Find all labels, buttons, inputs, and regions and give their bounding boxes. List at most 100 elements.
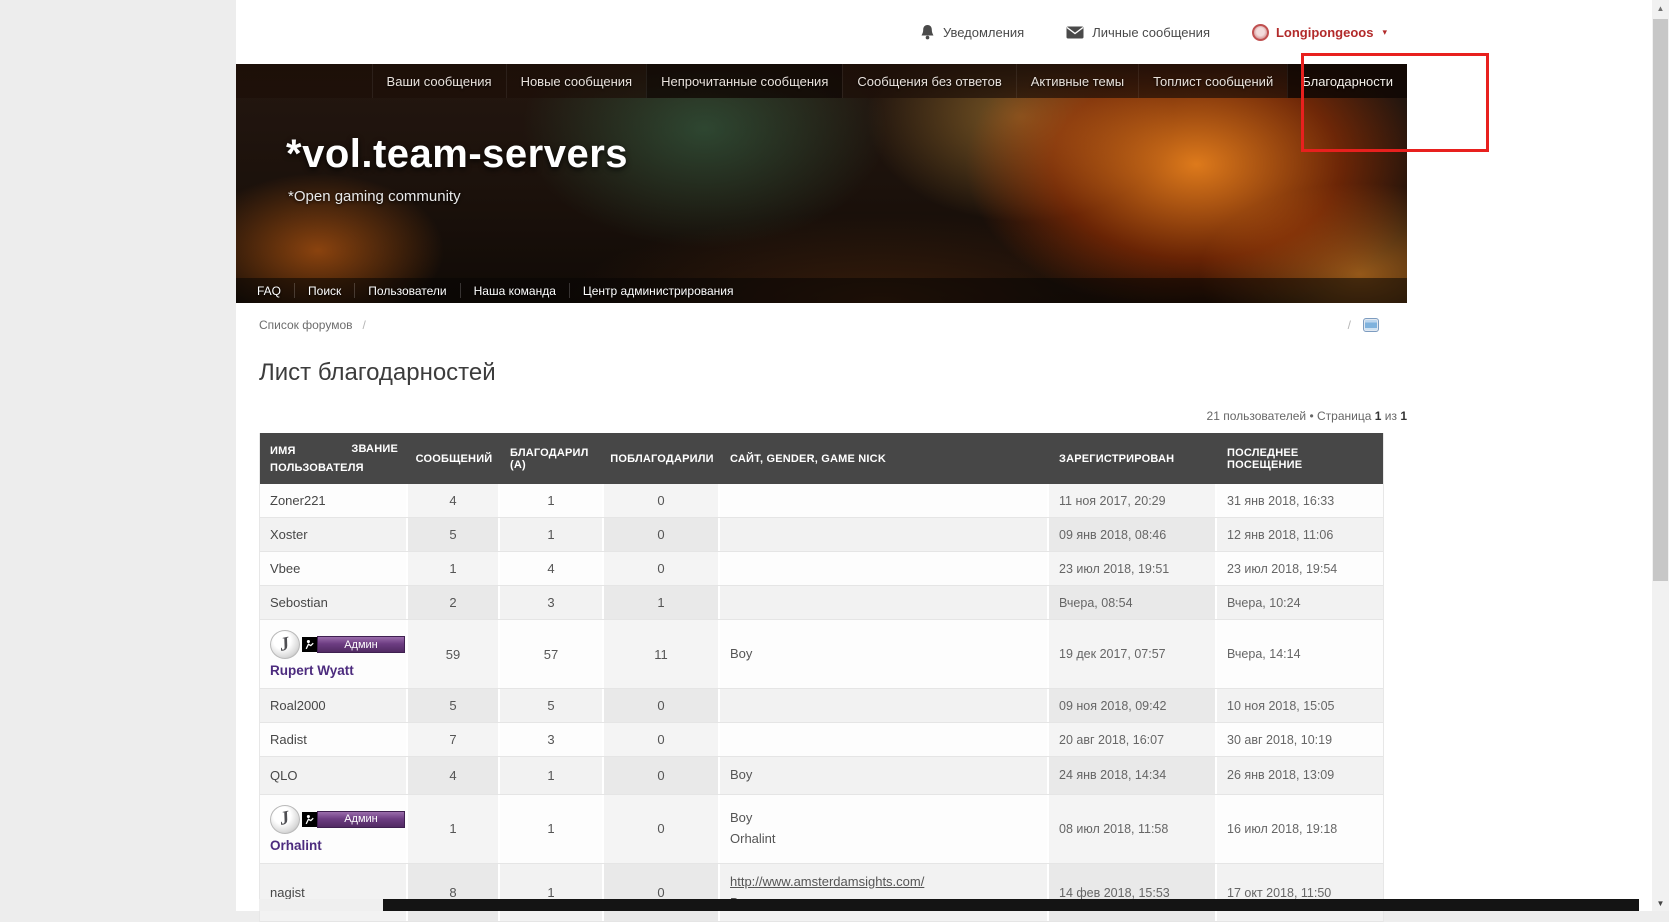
user-cell: Roal2000 [260, 689, 408, 722]
thanked-cell: 5 [500, 689, 604, 722]
breadcrumb-forum-list-link[interactable]: Список форумов [259, 318, 353, 332]
sub-nav-item[interactable]: Пользователи [355, 283, 461, 298]
header-posts: СООБЩЕНИЙ [415, 452, 493, 465]
username-link[interactable]: Xoster [270, 527, 308, 542]
site-cell: Boy Orhalint [720, 794, 1049, 863]
breadcrumb-separator: / [362, 318, 366, 332]
username-link[interactable]: QLO [270, 768, 297, 783]
thanked-cell: 1 [500, 757, 604, 794]
posts-cell: 1 [408, 794, 500, 863]
username-link[interactable]: Vbee [270, 561, 300, 576]
avatar[interactable]: J [270, 804, 300, 834]
lastvisit-cell: 30 авг 2018, 10:19 [1227, 732, 1333, 747]
posts-cell: 7 [408, 723, 500, 756]
user-cell: nagist [260, 863, 408, 922]
received-cell: 0 [604, 794, 720, 863]
username-link[interactable]: Radist [270, 732, 307, 747]
admin-strip: J Админ [270, 804, 405, 834]
received-cell: 0 [604, 484, 720, 517]
table-row: Radist 7 3 0 20 авг 2018, 16:07 30 авг 2… [260, 723, 1383, 757]
header-received: ПОБЛАГОДАРИЛИ [610, 452, 714, 465]
table-row: J Админ Rupert Wyatt 59 57 11 Boy 19 дек… [260, 620, 1383, 689]
breadcrumb-separator-right: / [1347, 318, 1351, 332]
received-cell: 1 [604, 586, 720, 619]
nav-item[interactable]: Сообщения без ответов [842, 64, 1015, 98]
users-count: 21 пользователей [1206, 409, 1307, 423]
username-link[interactable]: Zoner221 [270, 493, 326, 508]
site-link[interactable]: http://www.amsterdamsights.com/ [730, 872, 924, 893]
posts-cell: 59 [408, 620, 500, 688]
received-cell: 11 [604, 620, 720, 688]
sub-nav-item[interactable]: FAQ [244, 283, 296, 298]
user-menu[interactable]: Longipongeoos ▾ [1251, 23, 1387, 41]
scrollbar[interactable]: ▲ ▼ [1652, 0, 1669, 911]
thanked-cell: 1 [500, 518, 604, 551]
page-total: 1 [1400, 409, 1407, 423]
username-link[interactable]: Sebostian [270, 595, 328, 610]
breadcrumb: Список форумов / / [236, 303, 1407, 347]
posts-cell: 5 [408, 518, 500, 551]
header-site: САЙТ, GENDER, GAME NICK [730, 452, 886, 465]
chevron-down-icon: ▾ [1382, 26, 1387, 37]
current-username: Longipongeoos [1275, 24, 1374, 40]
pagination-bullet: • [1309, 409, 1314, 423]
thanked-cell: 1 [500, 863, 604, 922]
sub-nav-item[interactable]: Наша команда [461, 283, 570, 298]
table-row: Xoster 5 1 0 09 янв 2018, 08:46 12 янв 2… [260, 518, 1383, 552]
received-cell: 0 [604, 757, 720, 794]
lastvisit-cell: Вчера, 10:24 [1227, 595, 1301, 610]
site-text: Boy [730, 645, 753, 661]
scrollbar-thumb[interactable] [1653, 19, 1668, 581]
table-row: Roal2000 5 5 0 09 ноя 2018, 09:42 10 ноя… [260, 689, 1383, 723]
table-row: Vbee 1 4 0 23 июл 2018, 19:51 23 июл 201… [260, 552, 1383, 586]
avatar[interactable]: J [270, 630, 300, 659]
admin-user: J Админ Orhalint [270, 803, 405, 855]
rank-badge: Админ [302, 810, 405, 828]
username-link[interactable]: Roal2000 [270, 698, 326, 713]
envelope-icon [1066, 26, 1084, 38]
nav-item[interactable]: Топлист сообщений [1138, 64, 1287, 98]
notifications-button[interactable]: Уведомления [920, 24, 1024, 40]
nav-item[interactable]: Ваши сообщения [371, 64, 506, 98]
rank-badge-label: Админ [317, 810, 405, 828]
registered-cell: 19 дек 2017, 07:57 [1049, 620, 1217, 688]
table-header-row: ИМЯ ПОЛЬЗОВАТЕЛЯ ЗВАНИЕ СООБЩЕНИЙ БЛАГОД… [260, 433, 1383, 484]
lastvisit-cell: 17 окт 2018, 11:50 [1227, 885, 1332, 900]
sub-nav-item[interactable]: Поиск [295, 283, 356, 298]
user-cell: Radist [260, 723, 408, 756]
nav-item[interactable]: Новые сообщения [505, 64, 647, 98]
lastvisit-cell: 16 июл 2018, 19:18 [1227, 821, 1338, 836]
username-link[interactable]: nagist [270, 885, 305, 900]
username-link[interactable]: Rupert Wyatt [270, 663, 405, 678]
posts-cell: 4 [408, 484, 500, 517]
posts-cell: 1 [408, 552, 500, 585]
received-cell: 0 [604, 518, 720, 551]
user-cell: Sebostian [260, 586, 408, 619]
registered-cell: 24 янв 2018, 14:34 [1049, 757, 1217, 794]
nav-item[interactable]: Активные темы [1015, 64, 1138, 98]
registered-cell: Вчера, 08:54 [1049, 586, 1217, 619]
scroll-down-arrow[interactable]: ▼ [1652, 895, 1669, 911]
private-messages-button[interactable]: Личные сообщения [1066, 25, 1210, 40]
bell-icon [921, 25, 934, 40]
site-cell [720, 552, 1049, 585]
site-cell: Boy [720, 620, 1049, 688]
nav-item[interactable]: Непрочитанные сообщения [646, 64, 843, 98]
registered-cell: 09 янв 2018, 08:46 [1049, 518, 1217, 551]
registered-cell: 23 июл 2018, 19:51 [1049, 552, 1217, 585]
thanked-cell: 57 [500, 620, 604, 688]
style-switcher-icon[interactable] [1363, 318, 1379, 332]
sub-nav-item[interactable]: Центр администрирования [570, 283, 747, 298]
table-row: Sebostian 2 3 1 Вчера, 08:54 Вчера, 10:2… [260, 586, 1383, 620]
thanked-cell: 3 [500, 586, 604, 619]
nav-item[interactable]: Благодарности [1287, 64, 1407, 98]
user-cell: QLO [260, 757, 408, 794]
header-thanked: БЛАГОДАРИЛ (А) [510, 446, 589, 471]
user-cell: Vbee [260, 552, 408, 585]
registered-cell: 11 ноя 2017, 20:29 [1049, 484, 1217, 517]
registered-cell: 14 фев 2018, 15:53 [1049, 863, 1217, 922]
username-link[interactable]: Orhalint [270, 838, 405, 853]
user-avatar [1251, 23, 1269, 41]
scroll-up-arrow[interactable]: ▲ [1652, 0, 1669, 16]
page-of-label: из [1384, 409, 1397, 423]
